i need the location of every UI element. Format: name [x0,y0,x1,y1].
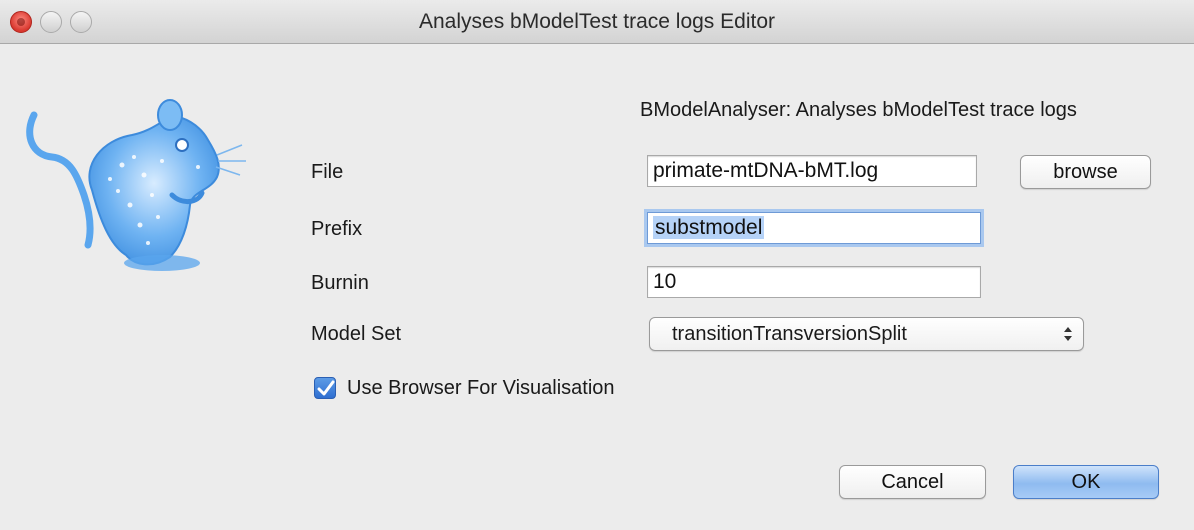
beast-mouse-logo-icon [26,99,246,271]
use-browser-label: Use Browser For Visualisation [347,377,615,399]
dialog-description: BModelAnalyser: Analyses bModelTest trac… [640,99,1077,121]
burnin-label: Burnin [311,272,369,294]
checkmark-icon [317,380,335,396]
title-bar: Analyses bModelTest trace logs Editor [0,0,1194,44]
file-label: File [311,161,344,183]
model-set-select[interactable]: transitionTransversionSplit [649,317,1084,351]
cancel-button[interactable]: Cancel [839,465,986,499]
use-browser-checkbox[interactable] [314,377,336,399]
ok-button[interactable]: OK [1013,465,1159,499]
prefix-label: Prefix [311,218,363,240]
file-field[interactable]: primate-mtDNA-bMT.log [647,155,977,187]
prefix-field[interactable]: substmodel [647,212,981,244]
model-set-label: Model Set [311,323,402,345]
model-set-value: transitionTransversionSplit [672,323,907,345]
window-title: Analyses bModelTest trace logs Editor [418,10,775,33]
burnin-field[interactable]: 10 [647,266,981,298]
prefix-selected-text: substmodel [653,216,765,239]
browse-button[interactable]: browse [1020,155,1151,189]
updown-arrows-icon [1064,327,1072,341]
